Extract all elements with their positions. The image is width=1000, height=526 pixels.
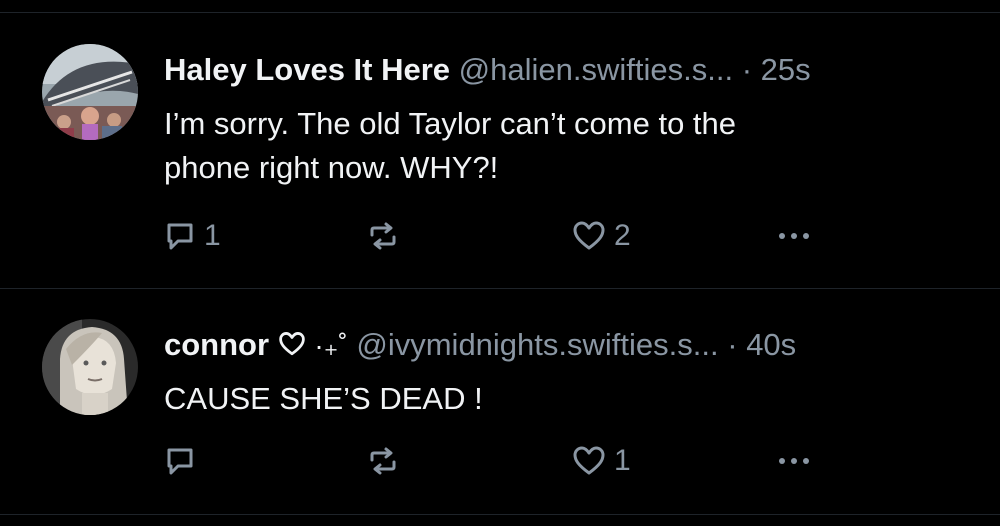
heart-icon: [573, 446, 605, 475]
post-text: I’m sorry. The old Taylor can’t come to …: [164, 102, 964, 190]
avatar-photo: [42, 319, 138, 415]
post-text-line: I’m sorry. The old Taylor can’t come to …: [164, 106, 737, 141]
repost-icon: [370, 222, 396, 250]
avatar[interactable]: [42, 319, 138, 415]
separator-dot: ·: [741, 52, 753, 87]
post-item[interactable]: Haley Loves It Here @halien.swifties.s..…: [0, 12, 1000, 288]
repost-icon: [370, 447, 396, 475]
reply-button[interactable]: [164, 445, 204, 477]
reply-icon: [167, 448, 193, 475]
handle[interactable]: @halien.swifties.s...: [459, 52, 733, 87]
handle[interactable]: @ivymidnights.swifties.s...: [356, 327, 718, 362]
post-item[interactable]: connor ·₊˚ @ivymidnights.swifties.s... ·…: [0, 289, 1000, 514]
post-header: connor ·₊˚ @ivymidnights.swifties.s... ·…: [164, 325, 796, 366]
timestamp[interactable]: 40s: [746, 327, 796, 362]
post-feed: Haley Loves It Here @halien.swifties.s..…: [0, 0, 1000, 526]
reply-button[interactable]: 1: [164, 220, 221, 252]
more-icon: [779, 458, 809, 464]
repost-button[interactable]: [366, 445, 400, 477]
display-name[interactable]: connor: [164, 327, 269, 362]
avatar-photo: [42, 44, 138, 140]
reply-icon: [167, 223, 193, 250]
separator-dot: ·: [727, 327, 738, 362]
like-button[interactable]: 2: [572, 220, 631, 252]
reply-count: 1: [204, 219, 221, 252]
like-count: 1: [614, 444, 631, 477]
post-text: CAUSE SHE’S DEAD !: [164, 377, 964, 421]
more-options-button[interactable]: [776, 445, 816, 477]
post-header: Haley Loves It Here @halien.swifties.s..…: [164, 50, 811, 90]
post-text-line: phone right now. WHY?!: [164, 150, 499, 185]
more-icon: [779, 233, 809, 239]
heart-emoji-icon: [278, 332, 305, 356]
like-count: 2: [614, 219, 631, 252]
repost-button[interactable]: [366, 220, 400, 252]
heart-icon: [573, 221, 605, 250]
divider: [0, 514, 1000, 515]
like-button[interactable]: 1: [572, 445, 631, 477]
more-options-button[interactable]: [776, 220, 816, 252]
post-text-line: CAUSE SHE’S DEAD !: [164, 381, 483, 416]
avatar[interactable]: [42, 44, 138, 140]
name-decoration: ·₊˚: [314, 330, 348, 361]
display-name[interactable]: Haley Loves It Here: [164, 52, 450, 87]
timestamp[interactable]: 25s: [761, 52, 811, 87]
